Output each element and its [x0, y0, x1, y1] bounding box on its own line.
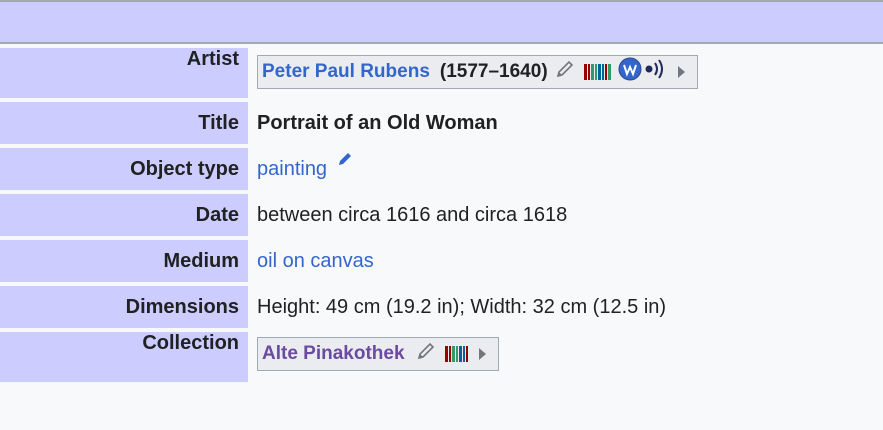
label-object-type: Object type: [0, 148, 248, 190]
label-collection: Collection: [0, 332, 248, 382]
row-collection: Collection Alte Pinakothek: [0, 332, 883, 382]
pencil-icon[interactable]: [415, 340, 437, 368]
artwork-infobox-page: Artist Peter Paul Rubens (1577–1640) Tit…: [0, 0, 883, 430]
artwork-infobox: Artist Peter Paul Rubens (1577–1640) Tit…: [0, 44, 883, 386]
collection-name-link[interactable]: Alte Pinakothek: [262, 343, 405, 365]
row-artist: Artist Peter Paul Rubens (1577–1640): [0, 48, 883, 98]
row-medium: Medium oil on canvas: [0, 240, 883, 282]
pencil-icon[interactable]: [554, 58, 576, 86]
label-medium: Medium: [0, 240, 248, 282]
expand-triangle-icon[interactable]: [478, 348, 486, 360]
value-artist: Peter Paul Rubens (1577–1640): [248, 48, 883, 98]
label-title: Title: [0, 102, 248, 144]
row-object-type: Object type painting: [0, 148, 883, 190]
wikisource-icon[interactable]: [618, 57, 642, 87]
row-title: Title Portrait of an Old Woman: [0, 102, 883, 144]
value-dimensions: Height: 49 cm (19.2 in); Width: 32 cm (1…: [257, 296, 667, 318]
wikidata-barcode-icon[interactable]: [444, 346, 469, 362]
wikidata-barcode-icon[interactable]: [583, 64, 612, 80]
pencil-icon[interactable]: [337, 140, 353, 182]
value-title: Portrait of an Old Woman: [257, 112, 498, 134]
infobox-header-band: [0, 0, 883, 44]
row-dimensions: Dimensions Height: 49 cm (19.2 in); Widt…: [0, 286, 883, 328]
row-date: Date between circa 1616 and circa 1618: [0, 194, 883, 236]
medium-link[interactable]: oil on canvas: [257, 250, 374, 272]
value-collection: Alte Pinakothek: [248, 332, 883, 382]
value-date: between circa 1616 and circa 1618: [257, 204, 568, 226]
artist-name-link[interactable]: Peter Paul Rubens: [262, 61, 430, 83]
label-date: Date: [0, 194, 248, 236]
value-object-type: painting: [248, 148, 883, 190]
object-type-link[interactable]: painting: [257, 158, 327, 180]
label-dimensions: Dimensions: [0, 286, 248, 328]
value-medium: oil on canvas: [248, 240, 883, 282]
artist-years: (1577–1640): [439, 61, 548, 82]
artist-creator-chip: Peter Paul Rubens (1577–1640): [257, 55, 698, 89]
label-artist: Artist: [0, 48, 248, 98]
audio-icon[interactable]: [644, 58, 668, 86]
expand-triangle-icon[interactable]: [677, 66, 685, 78]
collection-chip: Alte Pinakothek: [257, 337, 499, 371]
